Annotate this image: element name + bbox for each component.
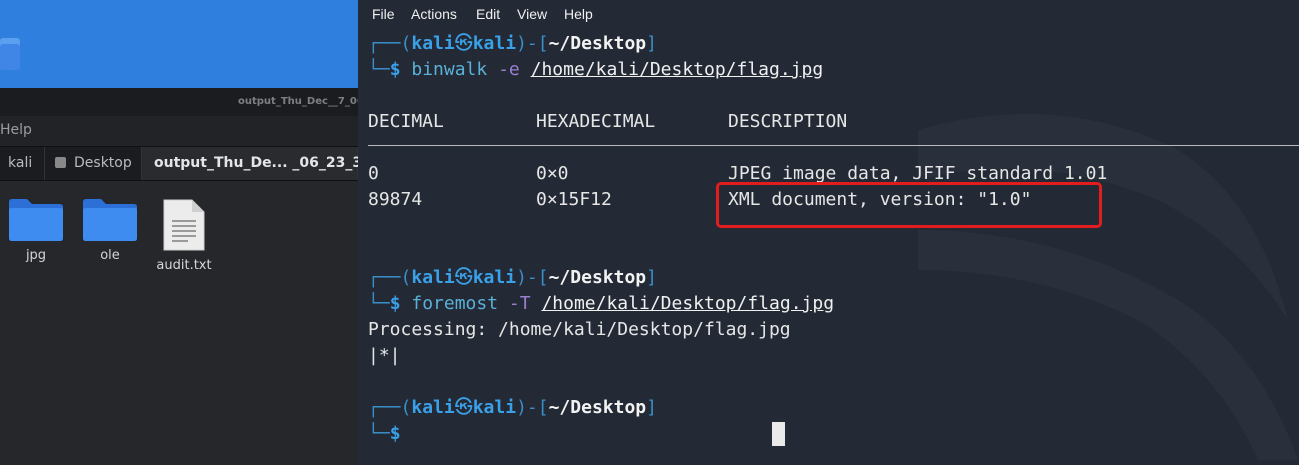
highlight-annotation [716,182,1102,228]
table-header: HEXADECIMAL [536,111,656,132]
command-line-binwalk: └─$ binwalk -e /home/kali/Desktop/flag.j… [368,59,824,80]
breadcrumb-desktop[interactable]: Desktop [45,147,142,180]
menu-view[interactable]: View [517,6,547,22]
menu-file[interactable]: File [372,6,395,22]
folder-icon[interactable] [0,38,20,70]
table-cell: 0×15F12 [536,189,612,210]
table-cell: 89874 [368,189,423,210]
output-line: |*| [368,345,401,366]
file-item-jpg[interactable]: jpg [0,198,72,263]
prompt-line: ┌──(kali㉿kali)-[~/Desktop] [368,267,657,288]
table-cell: 0 [368,163,379,184]
menu-bar: Help [0,116,358,146]
table-separator [368,145,1299,146]
table-cell: 0×0 [536,163,569,184]
menu-edit[interactable]: Edit [476,6,500,22]
terminal-window[interactable]: File Actions Edit View Help ┌──(kali㉿kal… [358,0,1299,465]
desktop-icon [55,157,66,168]
file-label: audit.txt [156,258,212,273]
window-title-bar: output_Thu_Dec__7_06_23_31_2023 [0,88,434,116]
output-line: Processing: /home/kali/Desktop/flag.jpg [368,319,791,340]
text-cursor [772,422,785,446]
terminal-menu-bar: File Actions Edit View Help [358,0,1299,28]
breadcrumb-kali[interactable]: kali [0,147,45,180]
menu-actions[interactable]: Actions [411,6,457,22]
folder-icon [9,199,63,241]
file-label: jpg [25,248,47,263]
command-line-foremost: └─$ foremost -T /home/kali/Desktop/flag.… [368,293,835,314]
file-item-ole[interactable]: ole [74,198,146,263]
breadcrumb-output-folder[interactable]: output_Thu_De... _06_23_31_2023 [142,147,418,180]
command-line-empty[interactable]: └─$ [368,421,401,447]
text-file-icon [163,199,205,251]
prompt-line: ┌──(kali㉿kali)-[~/Desktop] [368,397,657,418]
menu-help[interactable]: Help [564,6,593,22]
desktop-background [0,0,358,88]
file-label: ole [100,248,120,263]
file-manager-window: output_Thu_Dec__7_06_23_31_2023 Help kal… [0,88,434,465]
file-item-audit-txt[interactable]: audit.txt [148,198,220,273]
folder-icon [83,199,137,241]
menu-help[interactable]: Help [0,122,32,138]
table-header: DECIMAL [368,111,444,132]
prompt-line: ┌──(kali㉿kali)-[~/Desktop] [368,33,657,54]
table-header: DESCRIPTION [728,111,848,132]
breadcrumb: kali Desktop output_Thu_De... _06_23_31_… [0,146,418,181]
